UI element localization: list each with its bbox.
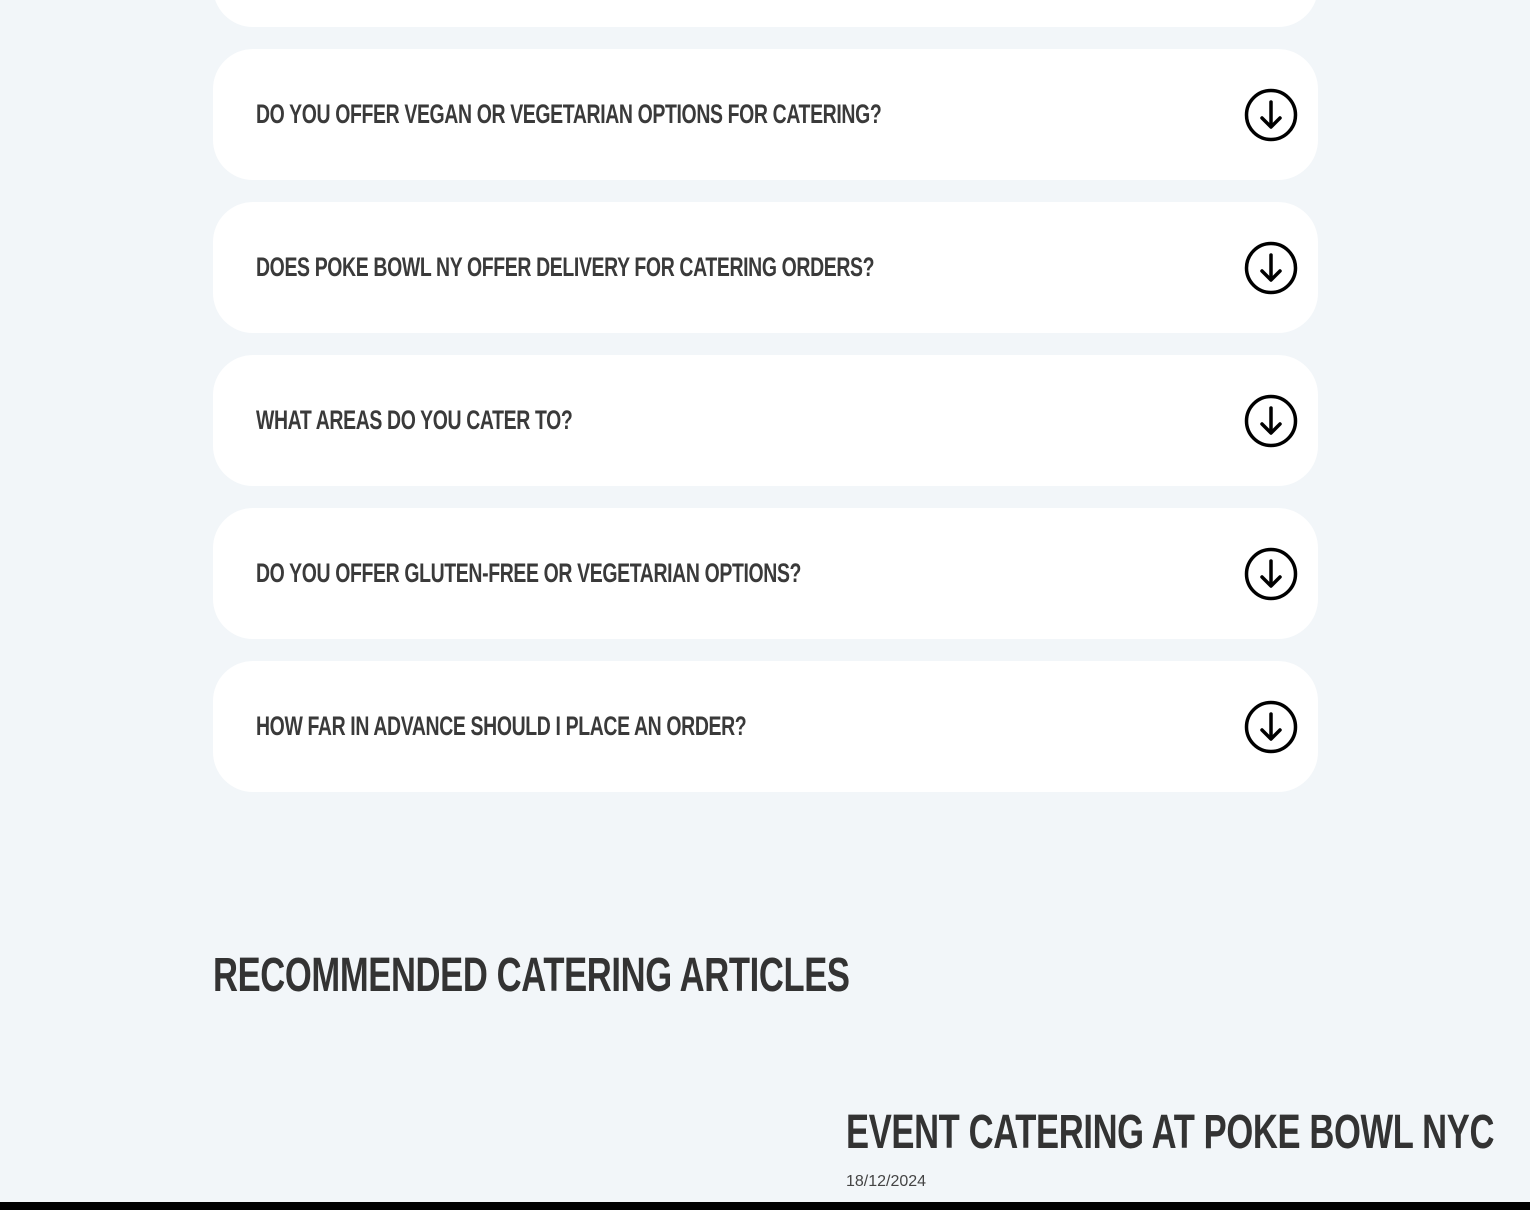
faq-item-vegan-options[interactable]: Do you offer vegan or vegetarian options… (213, 49, 1318, 180)
faq-question: Do you offer gluten-free or vegetarian o… (256, 558, 802, 588)
faq-question: How far in advance should I place an ord… (256, 711, 747, 741)
arrow-down-circle-icon[interactable] (1244, 700, 1298, 754)
faq-question: What areas do you cater to? (256, 405, 573, 435)
faq-item-areas[interactable]: What areas do you cater to? (213, 355, 1318, 486)
article-title-link[interactable]: Event Catering at Poke Bowl NYC (846, 1105, 1494, 1160)
bottom-bar (0, 1202, 1530, 1210)
arrow-down-circle-icon[interactable] (1244, 547, 1298, 601)
faq-question: Does Poke Bowl NY offer delivery for cat… (256, 252, 875, 282)
faq-item[interactable] (213, 0, 1318, 27)
faq-question: Do you offer vegan or vegetarian options… (256, 99, 882, 129)
faq-item-delivery[interactable]: Does Poke Bowl NY offer delivery for cat… (213, 202, 1318, 333)
article-date: 18/12/2024 (846, 1173, 927, 1190)
arrow-down-circle-icon[interactable] (1244, 88, 1298, 142)
faq-item-gluten-free[interactable]: Do you offer gluten-free or vegetarian o… (213, 508, 1318, 639)
arrow-down-circle-icon[interactable] (1244, 394, 1298, 448)
arrow-down-circle-icon[interactable] (1244, 241, 1298, 295)
section-title-recommended-articles: Recommended Catering Articles (213, 949, 850, 1002)
faq-item-advance-order[interactable]: How far in advance should I place an ord… (213, 661, 1318, 792)
